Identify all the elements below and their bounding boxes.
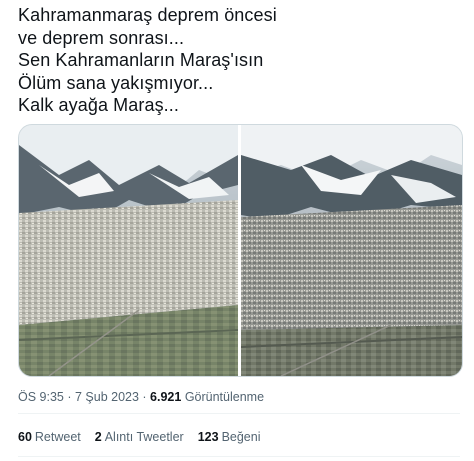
aerial-city-before-image xyxy=(19,125,238,376)
views-count: 6.921 xyxy=(150,390,182,404)
tweet-text-line: ve deprem sonrası... xyxy=(18,27,185,48)
tweet-date[interactable]: 7 Şub 2023 xyxy=(75,390,139,404)
likes-label: Beğeni xyxy=(221,430,261,444)
retweets-label: Retweet xyxy=(34,430,81,444)
tweet-text-line: Sen Kahramanların Maraş'ısın xyxy=(18,50,264,70)
meta-separator: · xyxy=(63,390,75,404)
tweet-text-line: Kahramanmaraş deprem öncesi xyxy=(18,5,277,25)
tweet-time[interactable]: ÖS 9:35 xyxy=(18,390,64,404)
tweet-stats: 60 Retweet 2 Alıntı Tweetler 123 Beğeni xyxy=(18,430,275,444)
divider xyxy=(18,413,460,414)
quotes-label: Alıntı Tweetler xyxy=(104,430,184,444)
retweets-stat[interactable]: 60 Retweet xyxy=(18,430,81,444)
before-photo[interactable] xyxy=(19,125,238,376)
tweet-text: Kahramanmaraş deprem öncesi ve deprem so… xyxy=(18,4,458,117)
tweet-text-line: Kalk ayağa Maraş... xyxy=(18,95,179,115)
tweet-media xyxy=(18,124,463,377)
aerial-city-after-image xyxy=(241,125,462,376)
tweet-meta: ÖS 9:35 · 7 Şub 2023 · 6.921 Görüntülenm… xyxy=(18,390,264,404)
quotes-count: 2 xyxy=(94,430,102,444)
views-label: Görüntülenme xyxy=(184,390,265,404)
quotes-stat[interactable]: 2 Alıntı Tweetler xyxy=(95,430,184,444)
meta-separator: · xyxy=(138,390,151,404)
after-photo[interactable] xyxy=(241,125,462,376)
tweet-text-line: Ölüm sana yakışmıyor... xyxy=(18,72,214,93)
divider xyxy=(18,456,460,457)
likes-stat[interactable]: 123 Beğeni xyxy=(198,430,261,444)
likes-count: 123 xyxy=(197,430,219,444)
retweets-count: 60 xyxy=(18,430,32,444)
